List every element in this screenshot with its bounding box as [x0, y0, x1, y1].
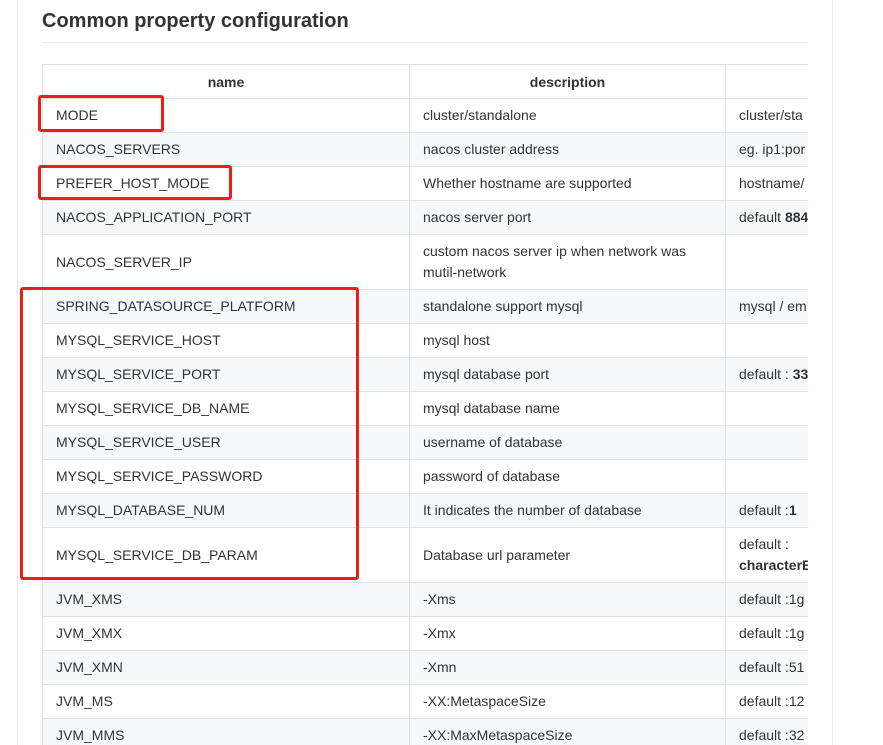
cell-default: default :1g: [725, 616, 808, 651]
default-text: default :: [739, 502, 789, 518]
cell-description: nacos cluster address: [409, 132, 726, 167]
cell-name: MYSQL_SERVICE_PASSWORD: [42, 459, 410, 494]
table-scroll-container[interactable]: name description MODE cluster/standalone c…: [42, 64, 808, 745]
table-row: MYSQL_DATABASE_NUM It indicates the numbe…: [42, 493, 808, 528]
table-row: SPRING_DATASOURCE_PLATFORM standalone sup…: [42, 289, 808, 324]
table-row: MYSQL_SERVICE_HOST mysql host: [42, 323, 808, 358]
default-text: hostname/: [739, 175, 805, 191]
cell-default: default :32: [725, 718, 808, 745]
cell-name: JVM_XMN: [42, 650, 410, 685]
title-divider: [42, 42, 807, 43]
cell-name: PREFER_HOST_MODE: [42, 166, 410, 201]
page: Common property configuration name descr…: [0, 0, 883, 745]
cell-name: MYSQL_SERVICE_HOST: [42, 323, 410, 358]
cell-description: password of database: [409, 459, 726, 494]
default-value: 1: [788, 502, 797, 518]
cell-name: NACOS_SERVERS: [42, 132, 410, 167]
cell-default: default : 33: [725, 357, 808, 392]
default-text: default :32: [739, 727, 805, 743]
cell-description: custom nacos server ip when network was …: [409, 234, 726, 290]
table-row: JVM_MMS -XX:MaxMetaspaceSize default :32: [42, 718, 808, 745]
header-default: [725, 64, 808, 99]
cell-name: JVM_XMS: [42, 582, 410, 617]
cell-description: cluster/standalone: [409, 98, 726, 133]
cell-description: -Xmx: [409, 616, 726, 651]
table-row: PREFER_HOST_MODE Whether hostname are sup…: [42, 166, 808, 201]
default-text: default :1g: [739, 625, 805, 641]
table-row: MYSQL_SERVICE_PORT mysql database port def…: [42, 357, 808, 392]
cell-default: [725, 459, 808, 494]
cell-name: MYSQL_SERVICE_USER: [42, 425, 410, 460]
cell-description: -Xmn: [409, 650, 726, 685]
default-value: characterE: [739, 557, 808, 573]
table-row: NACOS_SERVERS nacos cluster address eg. ip…: [42, 132, 808, 167]
cell-description: Database url parameter: [409, 527, 726, 583]
cell-default: default :1: [725, 493, 808, 528]
cell-name: MODE: [42, 98, 410, 133]
table-row: MODE cluster/standalone cluster/sta: [42, 98, 808, 133]
cell-default: hostname/: [725, 166, 808, 201]
table-row: JVM_XMN -Xmn default :51: [42, 650, 808, 685]
cell-description: Whether hostname are supported: [409, 166, 726, 201]
cell-default: [725, 391, 808, 426]
cell-default: mysql / em: [725, 289, 808, 324]
cell-description: It indicates the number of database: [409, 493, 726, 528]
table-row: MYSQL_SERVICE_USER username of database: [42, 425, 808, 460]
cell-name: JVM_XMX: [42, 616, 410, 651]
cell-name: MYSQL_SERVICE_DB_NAME: [42, 391, 410, 426]
cell-description: -XX:MaxMetaspaceSize: [409, 718, 726, 745]
cell-default: default :12: [725, 684, 808, 719]
cell-default: default : characterE: [725, 527, 808, 583]
cell-default: default 884: [725, 200, 808, 235]
cell-description: standalone support mysql: [409, 289, 726, 324]
header-description: description: [409, 64, 726, 99]
cell-default: default :1g: [725, 582, 808, 617]
cell-name: NACOS_SERVER_IP: [42, 234, 410, 290]
cell-name: JVM_MMS: [42, 718, 410, 745]
cell-default: default :51: [725, 650, 808, 685]
cell-description: nacos server port: [409, 200, 726, 235]
property-table: name description MODE cluster/standalone c…: [42, 64, 808, 745]
cell-name: JVM_MS: [42, 684, 410, 719]
cell-description: -Xms: [409, 582, 726, 617]
table-row: MYSQL_SERVICE_DB_NAME mysql database name: [42, 391, 808, 426]
default-text: mysql / em: [739, 298, 807, 314]
table-row: NACOS_SERVER_IP custom nacos server ip wh…: [42, 234, 808, 290]
table-row: JVM_XMS -Xms default :1g: [42, 582, 808, 617]
cell-description: -XX:MetaspaceSize: [409, 684, 726, 719]
default-text: default :51: [739, 659, 805, 675]
cell-description: username of database: [409, 425, 726, 460]
cell-name: MYSQL_DATABASE_NUM: [42, 493, 410, 528]
cell-name: MYSQL_SERVICE_DB_PARAM: [42, 527, 410, 583]
cell-name: MYSQL_SERVICE_PORT: [42, 357, 410, 392]
default-text: default :1g: [739, 591, 805, 607]
default-text: eg. ip1:por: [739, 141, 806, 157]
default-text: cluster/sta: [739, 107, 803, 123]
cell-default: [725, 425, 808, 460]
default-text: default: [739, 209, 785, 225]
cell-default: eg. ip1:por: [725, 132, 808, 167]
table-header-row: name description: [42, 64, 808, 99]
cell-description: mysql database port: [409, 357, 726, 392]
cell-default: [725, 234, 808, 290]
cell-default: cluster/sta: [725, 98, 808, 133]
header-name: name: [42, 64, 410, 99]
default-value: 884: [784, 209, 808, 225]
table-row: JVM_MS -XX:MetaspaceSize default :12: [42, 684, 808, 719]
table-row: MYSQL_SERVICE_PASSWORD password of databa…: [42, 459, 808, 494]
cell-description: mysql host: [409, 323, 726, 358]
table-row: MYSQL_SERVICE_DB_PARAM Database url param…: [42, 527, 808, 583]
cell-description: mysql database name: [409, 391, 726, 426]
default-value: 33: [792, 366, 808, 382]
table-row: JVM_XMX -Xmx default :1g: [42, 616, 808, 651]
default-text: default :: [739, 366, 793, 382]
cell-name: NACOS_APPLICATION_PORT: [42, 200, 410, 235]
section-title: Common property configuration: [42, 10, 349, 32]
default-text: default :12: [739, 693, 805, 709]
cell-default: [725, 323, 808, 358]
cell-name: SPRING_DATASOURCE_PLATFORM: [42, 289, 410, 324]
default-text: default :: [739, 536, 789, 552]
table-row: NACOS_APPLICATION_PORT nacos server port d…: [42, 200, 808, 235]
